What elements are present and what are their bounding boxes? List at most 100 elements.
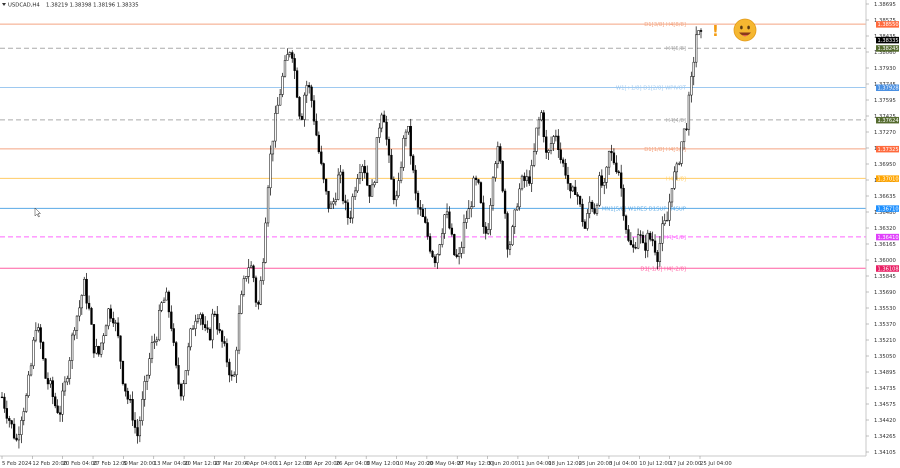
candle xyxy=(673,166,675,190)
candle xyxy=(83,277,85,296)
candle xyxy=(132,391,134,426)
candle xyxy=(219,323,221,333)
candle xyxy=(28,371,30,398)
candle xyxy=(584,219,586,229)
candle xyxy=(545,130,547,159)
candle xyxy=(11,420,13,429)
price-tick-label: 1.35370 xyxy=(874,322,897,328)
chart-window[interactable]: D1[3/8] H4[8/8]H4[5/8]W1[+1/8] D1[2/8] W… xyxy=(0,0,900,468)
price-chart[interactable]: D1[3/8] H4[8/8]H4[5/8]W1[+1/8] D1[2/8] W… xyxy=(0,0,900,468)
candle xyxy=(560,142,562,163)
price-level-label: H4[5/8] xyxy=(666,46,686,52)
candle xyxy=(391,149,393,180)
exclamation-icon[interactable]: ! xyxy=(712,22,719,40)
candle xyxy=(383,111,385,123)
candle xyxy=(507,211,509,257)
alert-marker[interactable]: ! xyxy=(712,22,719,40)
candle xyxy=(357,174,359,193)
candle xyxy=(420,200,422,216)
candle xyxy=(596,203,598,215)
candle xyxy=(615,155,617,174)
candle xyxy=(301,113,303,120)
candle xyxy=(33,337,35,369)
candle xyxy=(579,195,581,206)
candle xyxy=(398,173,400,198)
candle xyxy=(434,254,436,267)
candle xyxy=(221,330,223,348)
candle xyxy=(199,312,201,325)
price-tick-label: 1.35690 xyxy=(874,290,897,296)
candle xyxy=(332,198,334,209)
candle xyxy=(468,200,470,218)
candle xyxy=(577,192,579,205)
candle xyxy=(347,199,349,225)
candle xyxy=(192,325,194,329)
candle xyxy=(521,175,523,191)
time-axis-ticks: 5 Feb 202412 Feb 20:0020 Feb 04:0027 Feb… xyxy=(2,456,732,467)
price-tick-label: 1.36165 xyxy=(874,242,896,248)
time-tick-label: 3 Jun 20:00 xyxy=(488,461,519,467)
price-level-label: H4[1/8] xyxy=(666,176,686,182)
candle xyxy=(59,406,61,422)
candle xyxy=(98,346,100,357)
candle xyxy=(78,300,80,321)
candle xyxy=(144,376,146,407)
candle xyxy=(533,143,535,167)
candle xyxy=(4,393,6,413)
candle xyxy=(245,276,247,282)
candle xyxy=(381,113,383,133)
candle xyxy=(250,261,252,268)
candle xyxy=(270,145,272,195)
collapse-arrow-icon[interactable] xyxy=(2,3,6,6)
price-tick-label: 1.35210 xyxy=(874,338,897,344)
candle xyxy=(669,194,671,226)
candle xyxy=(224,336,226,346)
candle xyxy=(366,165,368,186)
candle xyxy=(519,183,521,210)
candle xyxy=(299,96,301,119)
candle xyxy=(47,372,49,389)
candle xyxy=(248,259,250,284)
candle xyxy=(190,328,192,351)
candle xyxy=(555,130,557,142)
candle xyxy=(105,324,107,335)
candle xyxy=(608,151,610,175)
price-axis xyxy=(0,0,866,456)
time-tick-label: 10 Jul 12:00 xyxy=(639,461,671,467)
candle xyxy=(23,408,25,426)
candle xyxy=(236,347,238,383)
candle xyxy=(661,216,663,251)
candle xyxy=(100,342,102,357)
candle xyxy=(238,305,240,354)
candle xyxy=(439,244,441,256)
candle xyxy=(427,219,429,240)
candle xyxy=(405,129,407,146)
candle xyxy=(226,338,228,367)
candle xyxy=(524,172,526,187)
candle xyxy=(594,203,596,214)
candle xyxy=(76,315,78,339)
price-tick-label: 1.37270 xyxy=(874,130,897,136)
candle xyxy=(265,217,267,263)
candle xyxy=(8,416,10,428)
candle xyxy=(335,193,337,206)
time-tick-label: 5 Mar 20:00 xyxy=(123,461,156,467)
candle xyxy=(461,242,463,259)
candle xyxy=(514,209,516,234)
price-tag-label: 1.37624 xyxy=(878,118,899,124)
candle xyxy=(158,304,160,341)
price-tick-label: 1.35050 xyxy=(874,354,897,360)
candle xyxy=(618,170,620,176)
candle xyxy=(531,160,533,192)
candle xyxy=(436,253,438,268)
candle xyxy=(458,247,460,264)
candle xyxy=(91,307,93,325)
price-level-label: D1[-1/8] H4[-2/8] xyxy=(640,266,686,272)
price-tick-label: 1.36635 xyxy=(874,194,896,200)
candle xyxy=(623,185,625,221)
candle xyxy=(465,211,467,229)
smiley-face-icon[interactable] xyxy=(734,19,756,41)
candle xyxy=(74,327,76,340)
candle xyxy=(502,160,504,192)
time-tick-label: 3 Jul 04:00 xyxy=(609,461,638,467)
